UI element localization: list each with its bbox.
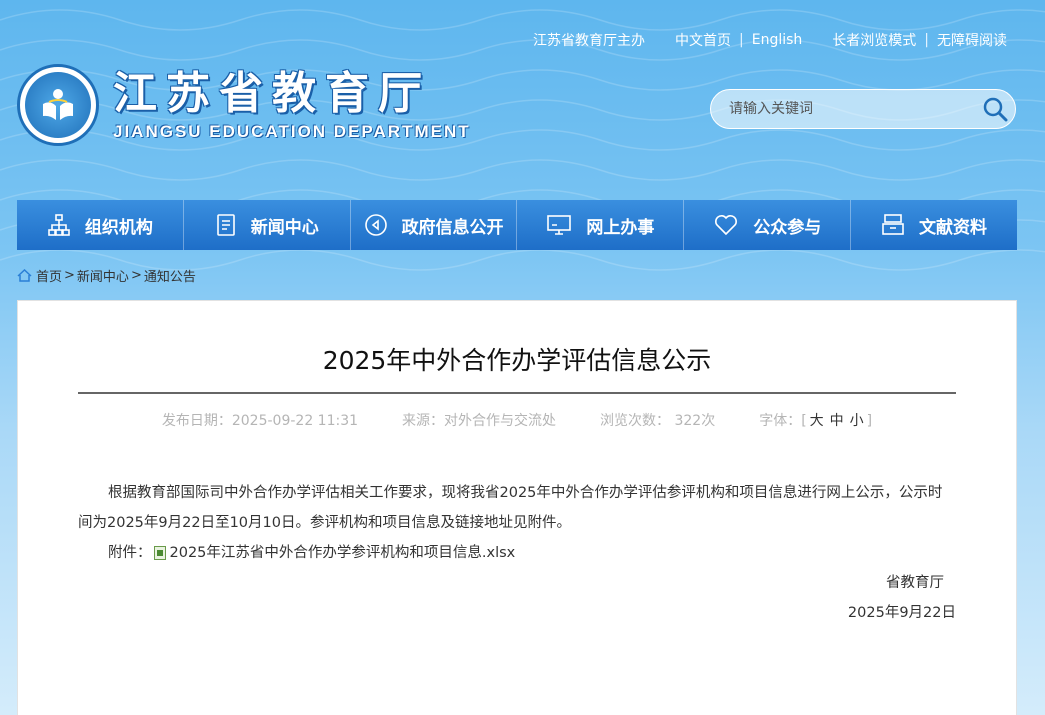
article-meta: 发布日期：2025-09-22 11:31 来源：对外合作与交流处 浏览次数： … <box>18 410 1016 430</box>
nav-news-label: 新闻中心 <box>250 217 319 238</box>
org-chart-icon <box>48 214 70 236</box>
emblem-icon <box>17 64 99 146</box>
font-medium-button[interactable]: 中 <box>830 413 844 429</box>
search-input[interactable] <box>711 101 975 117</box>
nav-gov-info-label: 政府信息公开 <box>401 217 504 238</box>
nav-archives[interactable]: 文献资料 <box>851 200 1017 250</box>
search-box <box>710 89 1016 129</box>
sign-date: 2025年9月22日 <box>847 605 956 621</box>
font-small-button[interactable]: 小 <box>850 413 864 429</box>
nav-archives-label: 文献资料 <box>919 217 988 238</box>
logo-title-en: JIANGSU EDUCATION DEPARTMENT <box>113 122 471 141</box>
accessible-reading-link[interactable]: 无障碍阅读 <box>937 30 1007 50</box>
view-count: 浏览次数： 322次 <box>600 413 716 429</box>
main-nav: 组织机构 新闻中心 政府信息公开 网上办事 公众参与 文献资料 <box>17 200 1017 250</box>
nav-org[interactable]: 组织机构 <box>17 200 184 250</box>
excel-file-icon <box>153 546 166 560</box>
sponsor-text: 江苏省教育厅主办 <box>533 33 645 49</box>
nav-online-service[interactable]: 网上办事 <box>517 200 685 250</box>
archive-icon <box>882 214 904 235</box>
nav-news[interactable]: 新闻中心 <box>184 200 351 250</box>
attachment-label: 附件： <box>108 545 152 561</box>
article-paragraph: 根据教育部国际司中外合作办学评估相关工作要求，现将我省2025年中外合作办学评估… <box>78 485 943 531</box>
nav-public-label: 公众参与 <box>753 217 822 238</box>
attachment-row: 附件： 2025年江苏省中外合作办学参评机构和项目信息.xlsx <box>78 538 956 568</box>
document-icon <box>216 214 235 236</box>
breadcrumb: 首页 > 新闻中心 > 通知公告 <box>17 266 196 285</box>
breadcrumb-news[interactable]: 新闻中心 <box>77 266 129 285</box>
article-panel: 2025年中外合作办学评估信息公示 发布日期：2025-09-22 11:31 … <box>17 300 1017 715</box>
article-body: 根据教育部国际司中外合作办学评估相关工作要求，现将我省2025年中外合作办学评估… <box>78 478 956 628</box>
nav-gov-info[interactable]: 政府信息公开 <box>351 200 518 250</box>
breadcrumb-home[interactable]: 首页 <box>36 266 62 285</box>
english-link[interactable]: English <box>752 32 803 48</box>
monitor-icon <box>547 215 572 235</box>
font-size-control: 字体：[大中小] <box>759 413 873 429</box>
heart-icon <box>715 215 738 236</box>
play-circle-icon <box>364 214 387 236</box>
publish-date: 发布日期：2025-09-22 11:31 <box>161 413 359 429</box>
attachment-link[interactable]: 2025年江苏省中外合作办学参评机构和项目信息.xlsx <box>170 538 516 568</box>
nav-org-label: 组织机构 <box>84 217 153 238</box>
title-divider <box>78 392 956 394</box>
search-icon[interactable] <box>975 89 1015 129</box>
site-logo[interactable]: 江苏省教育厅 JIANGSU EDUCATION DEPARTMENT <box>17 64 471 146</box>
home-icon <box>17 269 32 282</box>
nav-online-service-label: 网上办事 <box>586 217 655 238</box>
nav-public[interactable]: 公众参与 <box>684 200 852 250</box>
logo-title-cn: 江苏省教育厅 <box>113 68 431 119</box>
font-large-button[interactable]: 大 <box>810 413 824 429</box>
article-source: 来源：对外合作与交流处 <box>402 413 557 429</box>
article-title: 2025年中外合作办学评估信息公示 <box>322 346 712 375</box>
top-links-bar: 江苏省教育厅主办 中文首页 | English 长者浏览模式 | 无障碍阅读 <box>533 30 1007 50</box>
elder-mode-link[interactable]: 长者浏览模式 <box>832 30 916 50</box>
breadcrumb-notice[interactable]: 通知公告 <box>144 266 196 285</box>
home-cn-link[interactable]: 中文首页 <box>675 30 731 50</box>
signature: 省教育厅 <box>886 575 944 591</box>
